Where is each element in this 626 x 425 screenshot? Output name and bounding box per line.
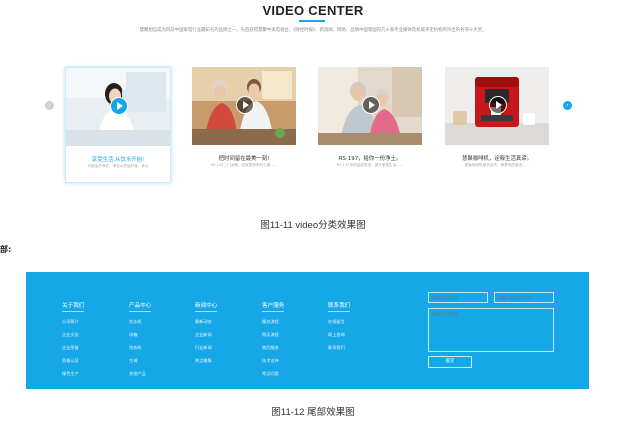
video-card[interactable]: 享受生活,从饮水开始! 可固治疗净化，净化水质保护身，身心 (65, 67, 171, 183)
footer-link[interactable]: 技术支持 (262, 358, 284, 364)
footer-heading: 新闻中心 (195, 301, 218, 312)
submit-button[interactable]: 提交 (428, 356, 472, 368)
title-underline (299, 20, 325, 22)
play-icon[interactable] (236, 96, 254, 114)
footer-column-service: 客户服务 服务流程 购买流程 售后服务 技术支持 常见问题 (262, 292, 285, 377)
card-subtitle: RS-105二门冰箱，给家里带来好心情…… (210, 163, 278, 167)
carousel-next-button[interactable]: › (563, 101, 572, 110)
phone-input[interactable] (494, 292, 554, 303)
chevron-right-icon: › (566, 102, 569, 109)
footer-column-about: 关于我们 公司简介 企业文化 企业荣誉 资格认证 绿色生产 (62, 292, 85, 377)
footer-link[interactable]: 网上咨询 (328, 332, 350, 338)
card-subtitle: 可固治疗净化，净化水质保护身，身心 (87, 164, 149, 168)
play-icon[interactable] (110, 97, 128, 115)
site-footer: 关于我们 公司简介 企业文化 企业荣誉 资格认证 绿色生产 产品中心 饮水机 冰… (26, 272, 589, 389)
footer-link[interactable]: 热点聚集 (195, 358, 217, 364)
footer-column-products: 产品中心 饮水机 冰箱 洗衣机 空调 其他产品 (129, 292, 152, 377)
video-card[interactable]: 把时间留在最美一刻! RS-105二门冰箱，给家里带来好心情…… (192, 67, 298, 183)
chevron-left-icon: ‹ (48, 102, 51, 109)
footer-column-news: 新闻中心 最新动态 企业新闻 行业新闻 热点聚集 (195, 292, 218, 364)
footer-link[interactable]: 冰箱 (129, 332, 151, 338)
footer-link[interactable]: 企业新闻 (195, 332, 217, 338)
footer-link[interactable]: 在线留言 (328, 319, 350, 325)
card-title: 享受生活,从饮水开始! (91, 157, 145, 163)
video-card[interactable]: RS-197，给你一份净土。 RS-197采用金属质感，提升家居生活…… (318, 67, 424, 183)
name-input[interactable] (428, 292, 488, 303)
card-title: 慧聚咖啡机，诠释生活真谛。 (461, 156, 533, 162)
footer-link[interactable]: 常见问题 (262, 371, 284, 377)
footer-link[interactable]: 公司简介 (62, 319, 84, 325)
footer-link[interactable]: 资格认证 (62, 358, 84, 364)
message-textarea[interactable] (428, 308, 554, 352)
footer-link[interactable]: 服务流程 (262, 319, 284, 325)
footer-link[interactable]: 行业新闻 (195, 345, 217, 351)
card-subtitle: RS-197采用金属质感，提升家居生活…… (336, 163, 404, 167)
footer-link[interactable]: 其他产品 (129, 371, 151, 377)
footer-link[interactable]: 购买流程 (262, 332, 284, 338)
video-center-description: 慧聚相信成为目前中国家电行业最知名的品牌之一，先后获得慧聚中央电视台，《财经时报… (139, 28, 487, 33)
play-icon[interactable] (489, 96, 507, 114)
video-card[interactable]: 慧聚咖啡机，诠释生活真谛。 慧聚咖啡机精品品质，尊享你的香浓…… (445, 67, 551, 183)
video-center-title: VIDEO CENTER (262, 3, 364, 18)
card-subtitle: 慧聚咖啡机精品品质，尊享你的香浓…… (464, 163, 530, 167)
footer-link[interactable]: 最新动态 (195, 319, 217, 325)
section-label: 部: (0, 245, 12, 254)
footer-link[interactable]: 企业文化 (62, 332, 84, 338)
footer-link[interactable]: 联系我们 (328, 345, 350, 351)
footer-heading: 关于我们 (62, 301, 85, 312)
footer-link[interactable]: 售后服务 (262, 345, 284, 351)
play-icon[interactable] (362, 96, 380, 114)
footer-heading: 客户服务 (262, 301, 285, 312)
footer-heading: 联系我们 (328, 301, 351, 312)
footer-link[interactable]: 绿色生产 (62, 371, 84, 377)
footer-heading: 产品中心 (129, 301, 152, 312)
footer-link[interactable]: 企业荣誉 (62, 345, 84, 351)
footer-link[interactable]: 饮水机 (129, 319, 151, 325)
figure-caption: 图11-12 尾部效果图 (271, 407, 355, 418)
card-title: 把时间留在最美一刻! (218, 156, 270, 162)
footer-link[interactable]: 洗衣机 (129, 345, 151, 351)
footer-column-contact: 联系我们 在线留言 网上咨询 联系我们 (328, 292, 351, 351)
carousel-prev-button[interactable]: ‹ (45, 101, 54, 110)
figure-caption: 图11-11 video分类效果图 (260, 220, 366, 231)
footer-link[interactable]: 空调 (129, 358, 151, 364)
card-title: RS-197，给你一份净土。 (338, 156, 402, 162)
